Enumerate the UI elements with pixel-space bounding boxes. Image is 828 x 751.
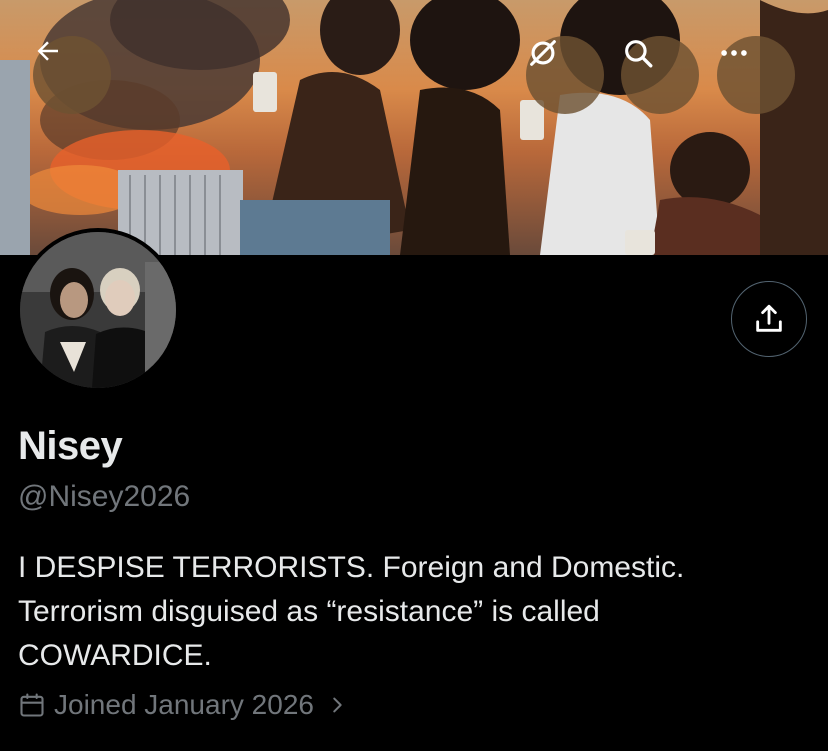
chevron-right-icon	[333, 697, 342, 713]
share-button[interactable]	[731, 281, 807, 357]
user-handle: @Nisey2026	[18, 480, 191, 513]
profile-avatar[interactable]	[16, 228, 180, 392]
grok-button[interactable]	[526, 36, 604, 114]
search-button[interactable]	[621, 36, 699, 114]
calendar-icon	[20, 693, 44, 717]
bio-line: I DESPISE TERRORISTS. Foreign and Domest…	[18, 551, 685, 584]
bio-line: Terrorism disguised as “resistance” is c…	[18, 595, 600, 628]
profile-banner[interactable]	[0, 0, 828, 255]
joined-date-link[interactable]: Joined January 2026	[18, 689, 348, 721]
arrow-left-icon	[37, 41, 58, 61]
avatar-photo	[20, 232, 176, 388]
display-name: Nisey	[18, 424, 123, 468]
profile-bio: I DESPISE TERRORISTS. Foreign and Domest…	[18, 546, 798, 678]
more-horizontal-icon	[721, 50, 747, 56]
back-button[interactable]	[33, 36, 111, 114]
search-icon	[625, 40, 653, 68]
share-icon	[756, 304, 782, 332]
bio-line: COWARDICE.	[18, 639, 212, 672]
grok-icon	[530, 40, 556, 66]
more-button[interactable]	[717, 36, 795, 114]
joined-text: Joined January 2026	[54, 689, 314, 720]
banner-illustration	[0, 0, 828, 255]
